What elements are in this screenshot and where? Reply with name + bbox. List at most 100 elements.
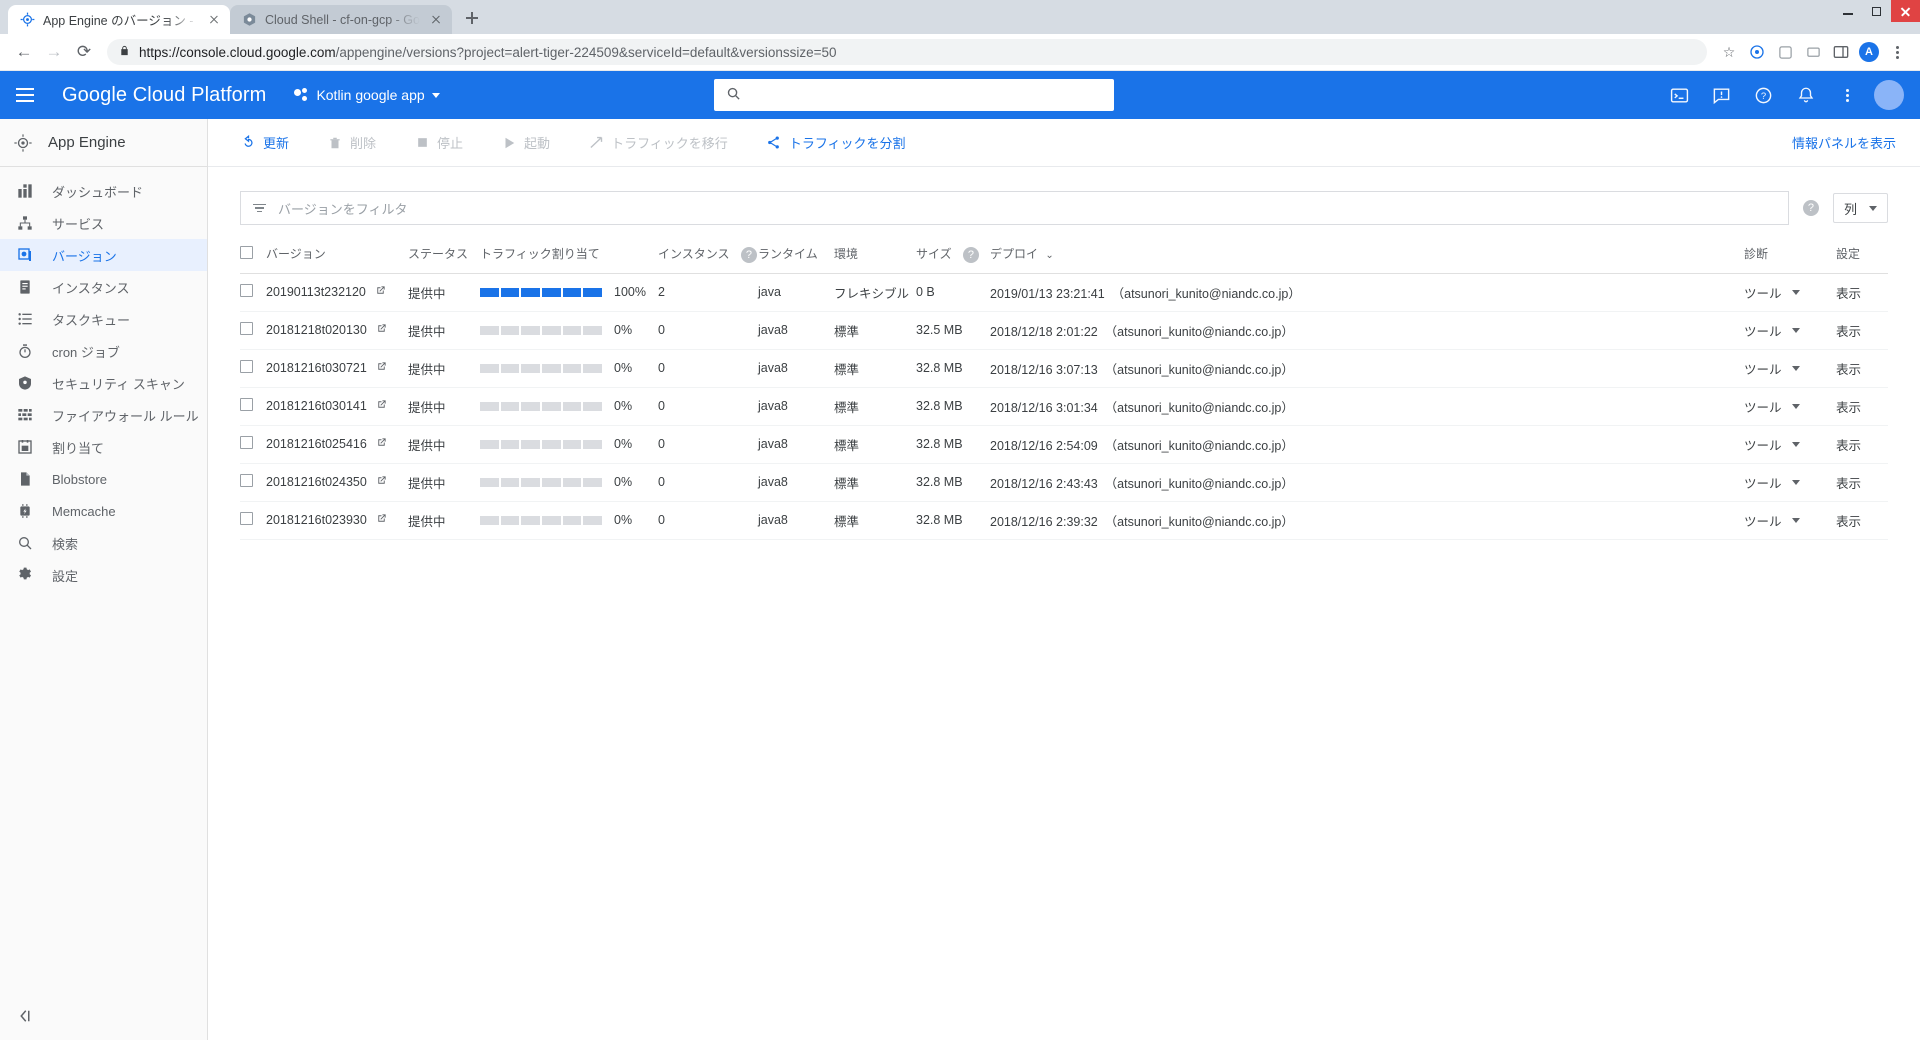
filter-input[interactable]: バージョンをフィルタ xyxy=(240,191,1789,225)
checkbox[interactable] xyxy=(240,322,253,336)
column-header-instances[interactable]: インスタンス ? xyxy=(658,239,758,274)
cell-version[interactable]: 20181216t025416 xyxy=(266,425,408,464)
column-header-diagnose[interactable]: 診断 xyxy=(1744,239,1836,274)
table-row[interactable]: 20190113t232120 提供中 100% 2 java フレキシブル 0 B 2019… xyxy=(240,273,1888,312)
table-row[interactable]: 20181216t024350 提供中 0% 0 java8 標準 32.8 MB 2018/… xyxy=(240,463,1888,502)
sidebar-item-search[interactable]: 検索 xyxy=(0,527,207,559)
row-checkbox-cell[interactable] xyxy=(240,387,266,426)
notifications-icon[interactable] xyxy=(1790,79,1822,111)
avatar[interactable] xyxy=(1873,80,1904,110)
cell-diagnose[interactable]: ツール xyxy=(1744,501,1836,540)
cell-diagnose[interactable]: ツール xyxy=(1744,273,1836,312)
checkbox[interactable] xyxy=(240,512,253,526)
cell-settings[interactable]: 表示 xyxy=(1836,273,1888,312)
extension-icon[interactable] xyxy=(1744,39,1770,65)
table-row[interactable]: 20181216t030141 提供中 0% 0 java8 標準 32.8 MB 2018/… xyxy=(240,387,1888,426)
browser-tab-1[interactable]: Cloud Shell - cf-on-gcp - Goog xyxy=(230,5,452,34)
back-icon[interactable]: ← xyxy=(10,38,38,66)
split-screen-icon[interactable] xyxy=(1828,39,1854,65)
row-checkbox-cell[interactable] xyxy=(240,425,266,464)
new-tab-button[interactable] xyxy=(458,4,486,32)
open-in-new-icon[interactable] xyxy=(376,323,387,337)
sidebar-item-dashboard[interactable]: ダッシュボード xyxy=(0,175,207,207)
row-checkbox-cell[interactable] xyxy=(240,501,266,540)
cell-version[interactable]: 20181216t030721 xyxy=(266,349,408,388)
project-selector[interactable]: Kotlin google app xyxy=(294,87,440,103)
cell-version[interactable]: 20181218t020130 xyxy=(266,311,408,350)
cell-version[interactable]: 20181216t024350 xyxy=(266,463,408,502)
open-in-new-icon[interactable] xyxy=(376,361,387,375)
row-checkbox-cell[interactable] xyxy=(240,349,266,388)
columns-button[interactable]: 列 xyxy=(1832,193,1888,223)
help-icon[interactable]: ? xyxy=(1802,200,1819,216)
column-header-environment[interactable]: 環境 xyxy=(834,239,916,274)
avatar[interactable]: A xyxy=(1856,39,1882,65)
sidebar-item-instances[interactable]: インスタンス xyxy=(0,271,207,303)
cell-settings[interactable]: 表示 xyxy=(1836,463,1888,502)
reload-icon[interactable]: ⟳ xyxy=(70,38,98,66)
checkbox[interactable] xyxy=(240,436,253,450)
table-row[interactable]: 20181216t030721 提供中 0% 0 java8 標準 32.8 MB 2018/… xyxy=(240,349,1888,388)
column-header-size[interactable]: サイズ ? xyxy=(916,239,990,274)
table-row[interactable]: 20181216t025416 提供中 0% 0 java8 標準 32.8 MB 2018/… xyxy=(240,425,1888,464)
cell-settings[interactable]: 表示 xyxy=(1836,501,1888,540)
sidebar-item-quotas[interactable]: 割り当て xyxy=(0,431,207,463)
refresh-button[interactable]: 更新 xyxy=(240,133,305,152)
address-bar[interactable]: https://console.cloud.google.com/appengi… xyxy=(107,39,1707,65)
checkbox[interactable] xyxy=(240,474,253,488)
sidebar-item-settings[interactable]: 設定 xyxy=(0,559,207,591)
open-in-new-icon[interactable] xyxy=(376,437,387,451)
cell-diagnose[interactable]: ツール xyxy=(1744,463,1836,502)
more-icon[interactable] xyxy=(1884,39,1910,65)
column-header-version[interactable]: バージョン xyxy=(266,239,408,274)
help-icon[interactable]: ? xyxy=(740,246,757,263)
cell-diagnose[interactable]: ツール xyxy=(1744,311,1836,350)
close-button[interactable] xyxy=(1891,0,1920,22)
collapse-icon[interactable] xyxy=(16,1007,34,1030)
column-header-traffic[interactable]: トラフィック割り当て xyxy=(480,239,658,274)
sidebar-item-services[interactable]: サービス xyxy=(0,207,207,239)
more-icon[interactable] xyxy=(1832,79,1864,111)
cell-settings[interactable]: 表示 xyxy=(1836,425,1888,464)
maximize-button[interactable] xyxy=(1862,0,1891,22)
open-in-new-icon[interactable] xyxy=(376,399,387,413)
puzzle-icon[interactable] xyxy=(1772,39,1798,65)
table-row[interactable]: 20181216t023930 提供中 0% 0 java8 標準 32.8 MB 2018/… xyxy=(240,501,1888,540)
checkbox[interactable] xyxy=(240,284,253,298)
gcp-brand[interactable]: Google Cloud Platform xyxy=(62,84,266,107)
sidebar-item-memcache[interactable]: Memcache xyxy=(0,495,207,527)
sidebar-item-versions[interactable]: バージョン xyxy=(0,239,207,271)
checkbox[interactable] xyxy=(240,245,253,259)
split-traffic-button[interactable]: トラフィックを分割 xyxy=(766,133,922,152)
help-icon[interactable]: ? xyxy=(1748,79,1780,111)
cell-version[interactable]: 20190113t232120 xyxy=(266,273,408,312)
menu-icon[interactable] xyxy=(16,83,40,107)
cast-icon[interactable] xyxy=(1800,39,1826,65)
feedback-icon[interactable] xyxy=(1706,79,1738,111)
cell-settings[interactable]: 表示 xyxy=(1836,311,1888,350)
open-in-new-icon[interactable] xyxy=(376,513,387,527)
column-header-deployed[interactable]: デプロイ ⌄ xyxy=(990,239,1744,274)
search-input[interactable] xyxy=(714,79,1115,111)
cell-diagnose[interactable]: ツール xyxy=(1744,387,1836,426)
close-icon[interactable] xyxy=(428,12,444,28)
sidebar-item-security-scans[interactable]: セキュリティ スキャン xyxy=(0,367,207,399)
row-checkbox-cell[interactable] xyxy=(240,311,266,350)
column-header-runtime[interactable]: ランタイム xyxy=(758,239,834,274)
show-info-panel-button[interactable]: 情報パネルを表示 xyxy=(1792,133,1896,152)
minimize-button[interactable] xyxy=(1833,0,1862,22)
sidebar-item-blobstore[interactable]: Blobstore xyxy=(0,463,207,495)
cell-version[interactable]: 20181216t030141 xyxy=(266,387,408,426)
checkbox[interactable] xyxy=(240,360,253,374)
cloud-shell-icon[interactable] xyxy=(1664,79,1696,111)
help-icon[interactable]: ? xyxy=(962,246,979,263)
row-checkbox-cell[interactable] xyxy=(240,273,266,312)
cell-settings[interactable]: 表示 xyxy=(1836,349,1888,388)
checkbox[interactable] xyxy=(240,398,253,412)
browser-tab-0[interactable]: App Engine のバージョン - Kotl xyxy=(8,5,230,34)
column-header-settings[interactable]: 設定 xyxy=(1836,239,1888,274)
table-row[interactable]: 20181218t020130 提供中 0% 0 java8 標準 32.5 MB 2018/… xyxy=(240,311,1888,350)
cell-settings[interactable]: 表示 xyxy=(1836,387,1888,426)
star-icon[interactable]: ☆ xyxy=(1716,39,1742,65)
open-in-new-icon[interactable] xyxy=(375,285,386,299)
